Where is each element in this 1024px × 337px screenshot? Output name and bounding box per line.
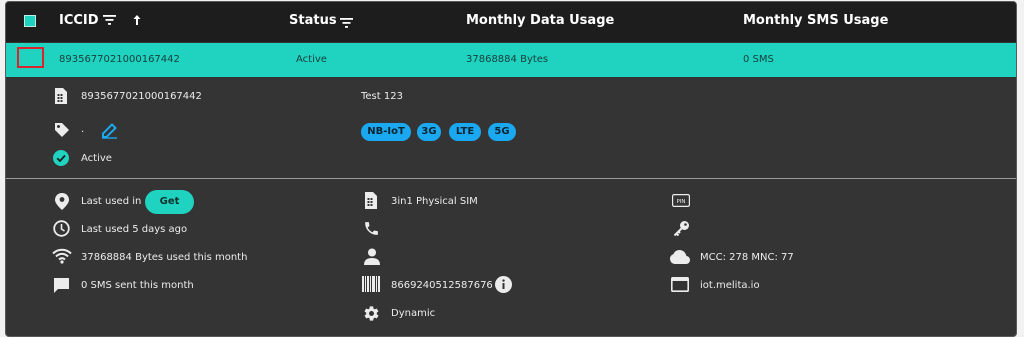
browser-window-icon bbox=[671, 277, 689, 292]
last-used: Last used 5 days ago bbox=[81, 224, 188, 235]
sim-card-icon bbox=[365, 192, 377, 209]
row-data-usage: 37868884 Bytes bbox=[466, 54, 549, 65]
sms-month: 0 SMS sent this month bbox=[81, 280, 194, 291]
key-icon bbox=[673, 221, 689, 237]
phone-icon bbox=[365, 222, 378, 235]
sim-type: 3in1 Physical SIM bbox=[391, 196, 478, 207]
mcc-mnc: MCC: 278 MNC: 77 bbox=[700, 252, 794, 263]
data-usage-month: 37868884 Bytes used this month bbox=[81, 252, 248, 263]
column-header-data-usage[interactable]: Monthly Data Usage bbox=[466, 13, 614, 28]
check-circle-icon bbox=[53, 150, 69, 166]
last-used-in-label: Last used in bbox=[81, 196, 142, 207]
apn: iot.melita.io bbox=[700, 280, 760, 291]
sim-name: Test 123 bbox=[361, 91, 403, 102]
row-status: Active bbox=[296, 54, 327, 65]
info-icon[interactable] bbox=[495, 276, 512, 293]
column-header-sms-usage[interactable]: Monthly SMS Usage bbox=[743, 13, 888, 28]
table-row[interactable]: 8935677021000167442 Active 37868884 Byte… bbox=[6, 43, 1016, 77]
svg-text:PIN: PIN bbox=[676, 199, 685, 205]
person-icon bbox=[364, 248, 380, 265]
row-checkbox[interactable] bbox=[17, 47, 44, 68]
filter-icon[interactable] bbox=[340, 17, 353, 29]
row-sms-usage: 0 SMS bbox=[743, 54, 774, 65]
network-chip: 3G bbox=[417, 123, 441, 141]
tag-icon bbox=[55, 123, 69, 137]
ip-type: Dynamic bbox=[391, 308, 436, 319]
gear-icon bbox=[364, 306, 379, 321]
message-icon bbox=[54, 278, 69, 293]
pin-icon: PIN bbox=[672, 194, 690, 207]
column-header-iccid[interactable]: ICCID bbox=[59, 13, 99, 28]
barcode-icon bbox=[362, 276, 380, 292]
location-pin-icon bbox=[55, 193, 69, 210]
row-iccid: 8935677021000167442 bbox=[59, 54, 180, 65]
network-chip: NB-IoT bbox=[361, 123, 411, 141]
detail-status: Active bbox=[81, 153, 112, 164]
table-header: ICCID Status Monthly Data Usage Monthly … bbox=[6, 2, 1016, 42]
clock-icon bbox=[53, 220, 70, 237]
network-chip: LTE bbox=[449, 123, 481, 141]
detail-iccid: 8935677021000167442 bbox=[81, 91, 202, 102]
filter-icon[interactable] bbox=[103, 14, 116, 26]
sim-table-panel: ICCID Status Monthly Data Usage Monthly … bbox=[5, 1, 1017, 337]
column-header-status[interactable]: Status bbox=[289, 13, 337, 28]
section-divider bbox=[6, 178, 1016, 179]
select-all-checkbox[interactable] bbox=[24, 15, 36, 27]
get-location-button[interactable]: Get bbox=[145, 190, 194, 214]
network-chip: 5G bbox=[488, 123, 516, 141]
edit-icon[interactable] bbox=[101, 122, 118, 139]
imei: 8669240512587676 bbox=[391, 280, 493, 291]
tag-value: . bbox=[81, 124, 85, 135]
sort-ascending-icon[interactable] bbox=[132, 14, 142, 26]
sim-card-icon bbox=[55, 88, 67, 104]
wifi-icon bbox=[52, 248, 72, 264]
page-frame: ICCID Status Monthly Data Usage Monthly … bbox=[0, 0, 1024, 337]
cloud-icon bbox=[670, 250, 690, 264]
